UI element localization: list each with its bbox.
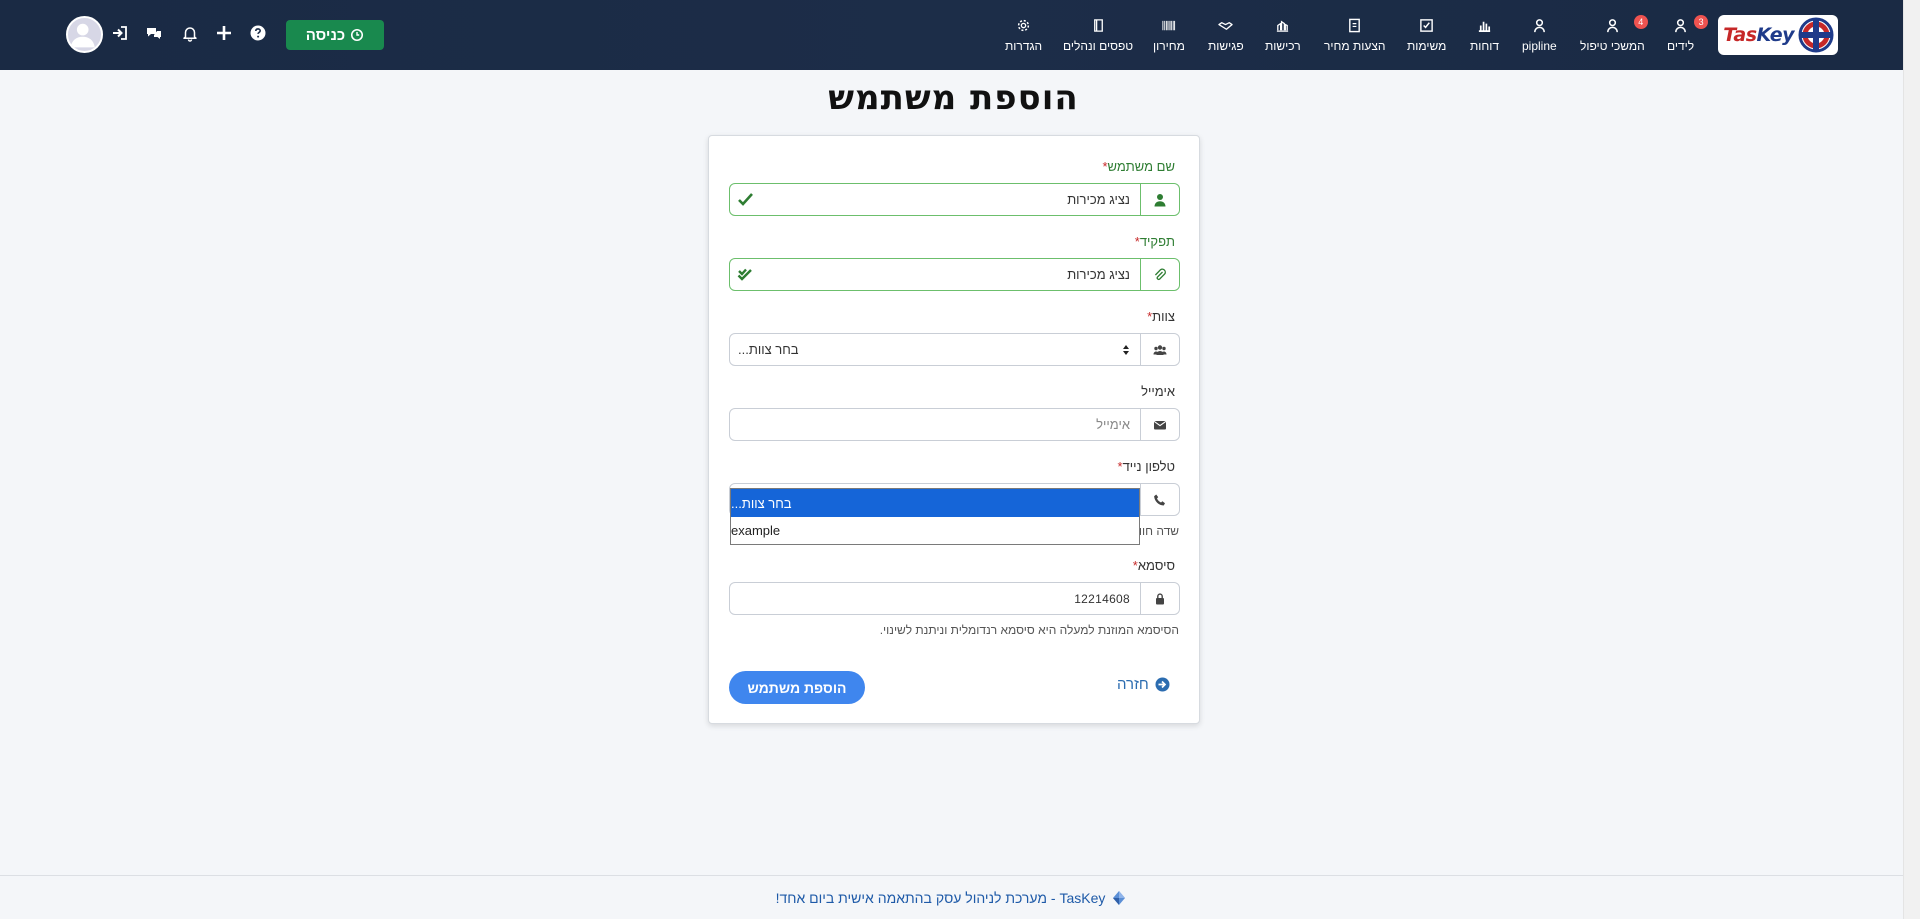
nav-item-tasks[interactable]: משימות — [1407, 18, 1446, 58]
user-avatar-icon — [70, 23, 95, 48]
role-input[interactable] — [760, 259, 1140, 290]
email-input[interactable] — [730, 409, 1140, 440]
check-square-icon — [1420, 19, 1434, 32]
username-field — [729, 183, 1180, 216]
logo-text: TasKey — [1723, 24, 1794, 46]
page-title: הוספת משתמש — [828, 78, 1079, 118]
nav-label: טפסים ונהלים — [1063, 39, 1134, 53]
document-icon — [1349, 18, 1361, 33]
phone-label: טלפון נייד* — [1117, 459, 1176, 474]
sort-arrows-icon — [1122, 344, 1130, 356]
team-option-placeholder[interactable]: בחר צוות... — [731, 489, 1139, 517]
nav-label: רכישות — [1265, 39, 1301, 53]
nav-label: הצעות מחיר — [1324, 39, 1386, 53]
book-icon — [1093, 19, 1103, 32]
users-icon — [1140, 334, 1179, 365]
double-checkmark-icon — [730, 259, 760, 290]
footer: TasKey - מערכת לניהול עסק בהתאמה אישית ב… — [0, 875, 1903, 919]
barcode-icon — [1162, 20, 1176, 31]
nav-item-leads[interactable]: לידים 3 — [1667, 15, 1709, 58]
username-input[interactable] — [760, 184, 1140, 215]
email-field — [729, 408, 1180, 441]
envelope-icon — [1140, 409, 1179, 440]
nav-label: דוחות — [1470, 39, 1500, 53]
email-label: אימייל — [1141, 384, 1175, 399]
nav-label: הגדרות — [1005, 39, 1043, 53]
nav-item-quotes[interactable]: הצעות מחיר — [1324, 18, 1386, 58]
team-option-example[interactable]: example — [731, 517, 1139, 544]
circle-arrow-right-icon — [1155, 677, 1170, 692]
role-field — [729, 258, 1180, 291]
footer-text: TasKey - מערכת לניהול עסק בהתאמה אישית ב… — [775, 889, 1106, 906]
handshake-icon — [1218, 22, 1234, 30]
plus-icon[interactable] — [215, 24, 233, 42]
lock-icon — [1140, 583, 1179, 614]
phone-help-text: שדה חוו — [1138, 524, 1179, 538]
chat-icon[interactable] — [145, 24, 163, 42]
nav-item-forms[interactable]: טפסים ונהלים — [1063, 18, 1133, 58]
clock-icon — [351, 28, 364, 42]
add-user-form-card: שם משתמש* תפקיד* צוות* בחר צוות... — [708, 135, 1200, 724]
paperclip-icon — [1140, 259, 1179, 290]
avatar[interactable] — [66, 16, 103, 53]
password-label: סיסמא* — [1132, 558, 1175, 573]
checkmark-icon — [730, 184, 760, 215]
nav-item-meetings[interactable]: פגישות — [1208, 18, 1244, 58]
nav-label: לידים — [1667, 39, 1695, 53]
team-select[interactable]: בחר צוות... — [730, 334, 1140, 365]
add-user-button[interactable]: הוספת משתמש — [729, 671, 865, 704]
username-label: שם משתמש* — [1102, 159, 1175, 174]
nav-item-purchases[interactable]: רכישות — [1265, 18, 1301, 58]
bell-icon[interactable] — [181, 24, 199, 42]
top-navbar: TasKey לידים 3 המשכי טיפול 4 pipline דוח… — [0, 0, 1903, 70]
user-icon — [1675, 19, 1686, 33]
team-field: בחר צוות... — [729, 333, 1180, 366]
password-field — [729, 582, 1180, 615]
clock-in-label: כניסה — [305, 26, 346, 44]
logo-mark-icon — [1798, 17, 1834, 53]
nav-item-pricelist[interactable]: מחירון — [1153, 18, 1185, 58]
gear-icon — [1017, 19, 1030, 32]
diamond-icon — [1113, 890, 1126, 905]
nav-label: משימות — [1407, 39, 1447, 53]
clock-in-button[interactable]: כניסה — [286, 20, 384, 50]
sign-in-icon[interactable] — [111, 24, 129, 42]
team-dropdown-list: בחר צוות... example — [730, 488, 1140, 545]
nav-label: פגישות — [1208, 39, 1244, 53]
password-input[interactable] — [730, 583, 1140, 614]
purchases-icon — [1277, 20, 1289, 32]
team-select-value: בחר צוות... — [738, 342, 799, 357]
taskey-logo[interactable]: TasKey — [1718, 15, 1838, 55]
bar-chart-icon — [1478, 21, 1491, 32]
nav-label: המשכי טיפול — [1580, 39, 1645, 53]
nav-item-reports[interactable]: דוחות — [1470, 18, 1499, 58]
back-button[interactable]: חזרה — [1117, 676, 1170, 693]
nav-label: pipline — [1522, 39, 1557, 53]
nav-label: מחירון — [1153, 39, 1185, 53]
nav-item-pipeline[interactable]: pipline — [1522, 18, 1557, 58]
page-scrollbar[interactable] — [1903, 0, 1920, 919]
role-label: תפקיד* — [1134, 234, 1175, 249]
help-icon[interactable] — [249, 24, 267, 42]
followups-count-badge: 4 — [1633, 15, 1648, 29]
leads-count-badge: 3 — [1694, 15, 1709, 29]
phone-icon — [1140, 484, 1179, 515]
user-icon — [1140, 184, 1179, 215]
user-icon — [1533, 19, 1545, 33]
user-icon — [1606, 19, 1618, 33]
team-label: צוות* — [1147, 309, 1175, 324]
nav-item-settings[interactable]: הגדרות — [1005, 18, 1042, 58]
nav-item-followups[interactable]: המשכי טיפול 4 — [1580, 15, 1648, 58]
back-label: חזרה — [1117, 676, 1149, 693]
password-help-text: הסיסמא המוזנת למעלה היא סיסמא רנדומלית ו… — [879, 623, 1179, 637]
